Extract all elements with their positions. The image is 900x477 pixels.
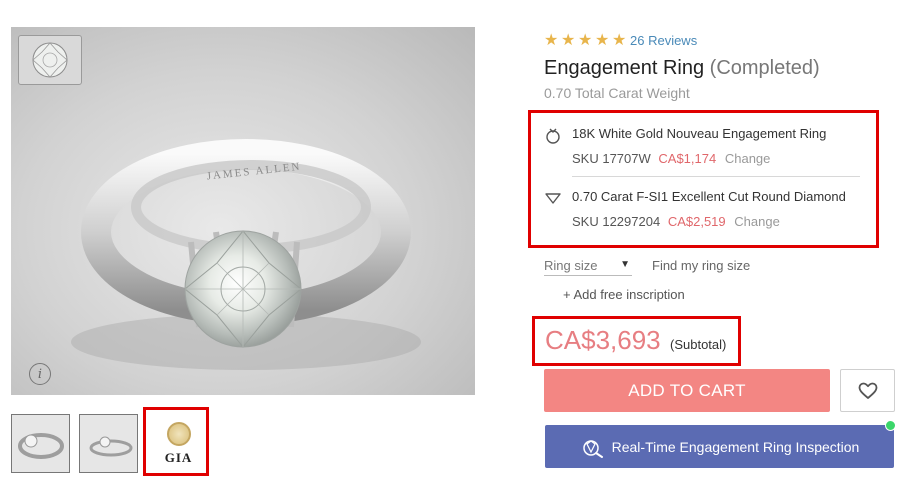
heart-icon (858, 382, 877, 399)
star-icon: ★ (612, 30, 627, 49)
thumbnail-gia-certificate[interactable]: GIA (149, 414, 208, 473)
info-icon[interactable]: i (29, 363, 51, 385)
diamond-outline-icon (545, 193, 561, 204)
main-product-image[interactable]: JAMES ALLEN i (11, 27, 475, 395)
product-status: (Completed) (709, 57, 820, 79)
add-to-cart-button[interactable]: ADD TO CART (544, 369, 830, 412)
gia-seal-icon (166, 421, 191, 446)
setting-meta: SKU 17707W CA$1,174 Change (572, 151, 770, 166)
diamond-name: 0.70 Carat F-SI1 Excellent Cut Round Dia… (572, 189, 846, 204)
ring-size-value: Ring size (544, 258, 598, 273)
reviews-link[interactable]: 26 Reviews (630, 33, 697, 48)
star-icon: ★ (578, 30, 593, 49)
ring-thumbnail-icon (89, 436, 132, 456)
ring-setting-icon (546, 128, 560, 144)
rating: ★ ★ ★ ★ ★ 26 Reviews (544, 32, 697, 48)
subtotal-price: CA$3,693 (545, 325, 661, 355)
star-icon: ★ (544, 30, 559, 49)
change-setting-link[interactable]: Change (725, 151, 771, 166)
gia-label: GIA (164, 449, 193, 465)
star-icon: ★ (595, 30, 610, 49)
ring-inspection-icon (582, 439, 603, 458)
total-carat-weight: 0.70 Total Carat Weight (544, 85, 690, 101)
inspection-label: Real-Time Engagement Ring Inspection (611, 438, 860, 455)
star-icon: ★ (561, 30, 576, 49)
diamond-sku: SKU 12297204 (572, 214, 661, 229)
wishlist-button[interactable] (840, 369, 895, 412)
thumbnail-ring-side[interactable] (11, 414, 70, 473)
change-diamond-link[interactable]: Change (734, 214, 780, 229)
add-inscription-link[interactable]: + Add free inscription (563, 287, 685, 302)
diamond-meta: SKU 12297204 CA$2,519 Change (572, 214, 780, 229)
diamond-icon (32, 42, 68, 78)
ring-size-select[interactable]: Ring size ▼ (544, 258, 632, 276)
find-ring-size-link[interactable]: Find my ring size (652, 258, 750, 273)
diamond-price: CA$2,519 (667, 214, 726, 229)
product-title-text: Engagement Ring (544, 57, 705, 79)
real-time-inspection-button[interactable]: Real-Time Engagement Ring Inspection (545, 425, 894, 468)
subtotal-label: (Subtotal) (670, 337, 727, 352)
product-title: Engagement Ring (Completed) (544, 57, 820, 80)
thumbnail-ring-angle[interactable] (79, 414, 138, 473)
ring-thumbnail-icon (17, 432, 64, 459)
online-status-indicator (885, 420, 896, 431)
setting-name: 18K White Gold Nouveau Engagement Ring (572, 126, 827, 141)
diamond-view-thumbnail[interactable] (18, 35, 82, 85)
chevron-down-icon: ▼ (620, 259, 630, 270)
component-divider (572, 176, 860, 177)
setting-sku: SKU 17707W (572, 151, 651, 166)
setting-price: CA$1,174 (658, 151, 717, 166)
